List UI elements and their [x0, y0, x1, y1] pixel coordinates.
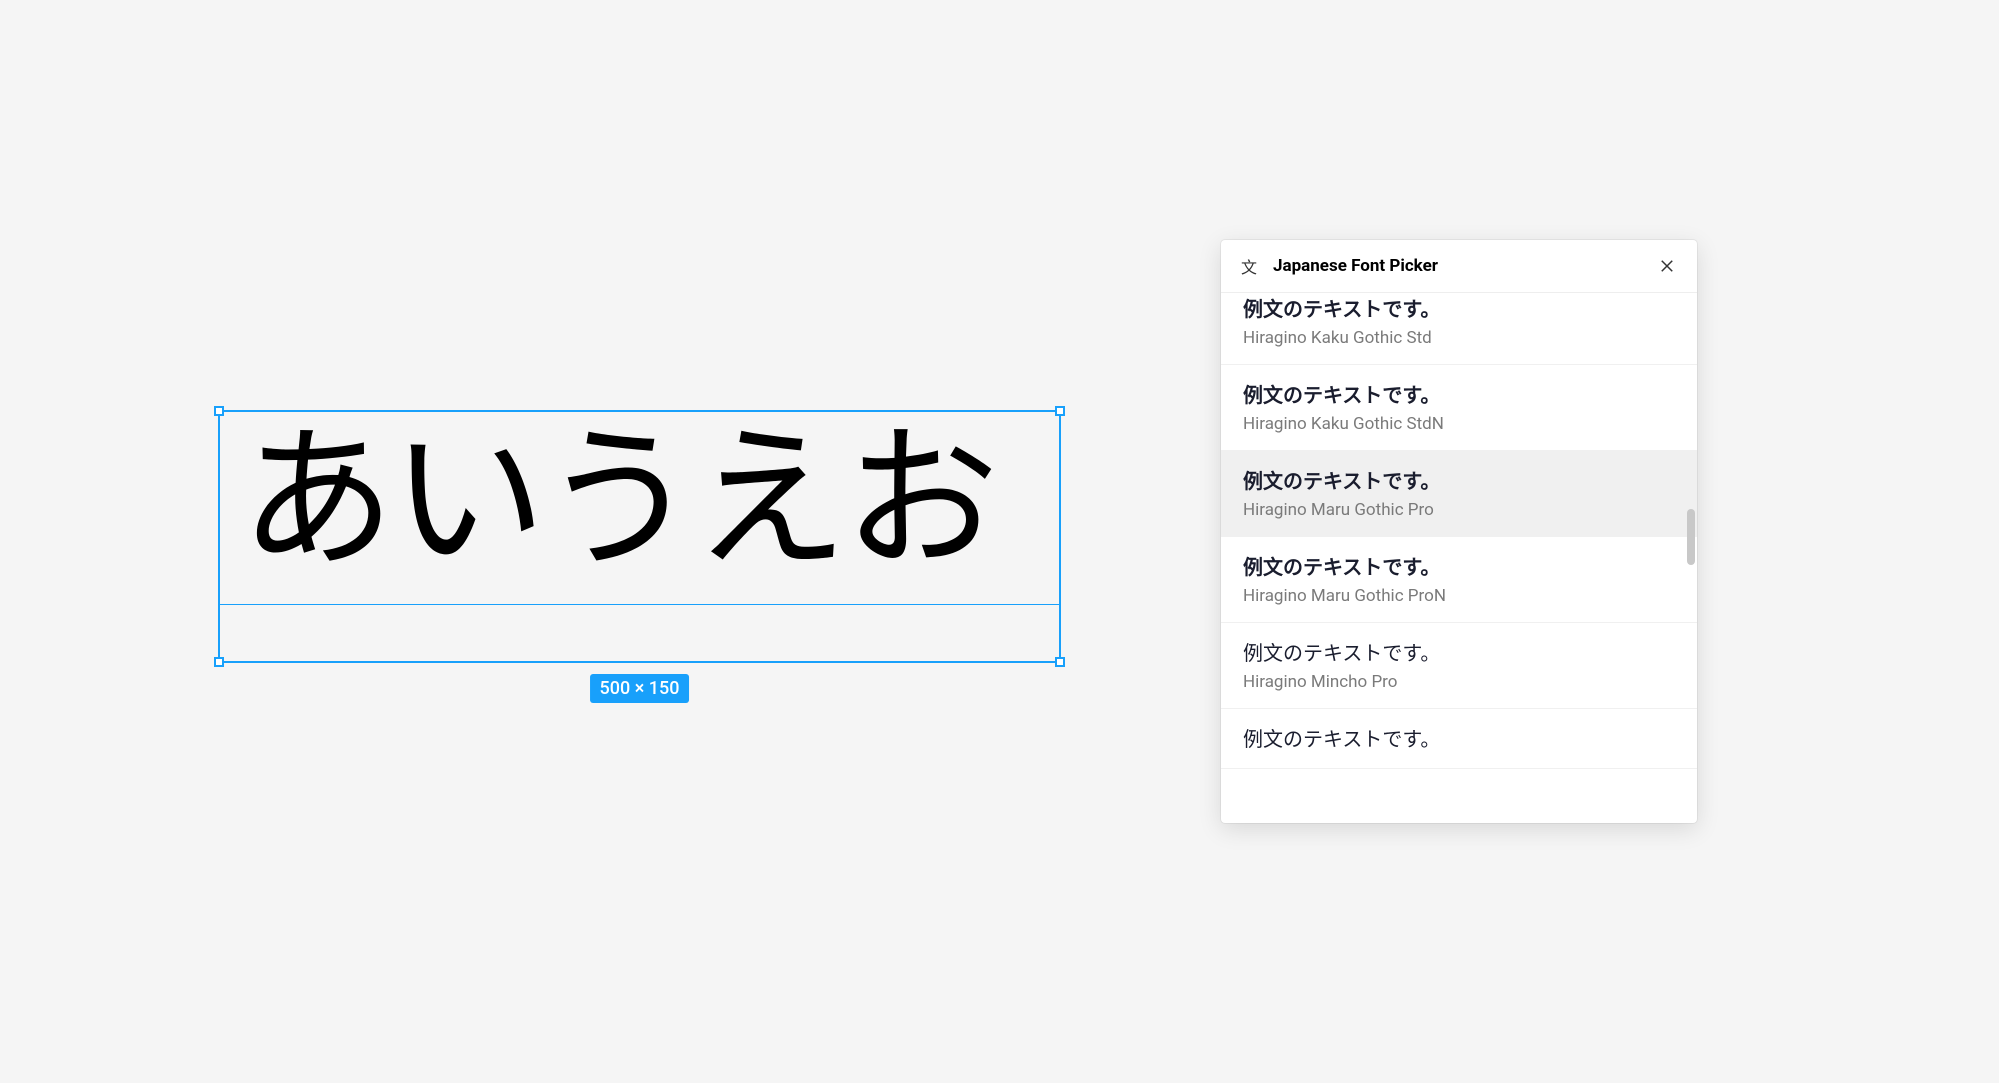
language-icon: 文 [1239, 256, 1259, 276]
panel-header: 文 Japanese Font Picker [1221, 240, 1697, 293]
text-baseline-guide [220, 604, 1059, 605]
font-sample-text: 例文のテキストです。 [1243, 637, 1675, 666]
close-button[interactable] [1655, 254, 1679, 278]
font-sample-text: 例文のテキストです。 [1243, 465, 1675, 494]
selection-frame[interactable]: あいうえお [218, 410, 1061, 663]
font-item[interactable]: 例文のテキストです。 Hiragino Kaku Gothic StdN [1221, 365, 1697, 451]
font-name-label: Hiragino Kaku Gothic Std [1243, 328, 1675, 348]
font-name-label: Hiragino Maru Gothic ProN [1243, 586, 1675, 606]
panel-title: Japanese Font Picker [1273, 256, 1641, 276]
font-name-label: Hiragino Mincho Pro [1243, 672, 1675, 692]
font-name-label: Hiragino Maru Gothic Pro [1243, 500, 1675, 520]
font-item[interactable]: 例文のテキストです。 [1221, 709, 1697, 769]
scrollbar-thumb[interactable] [1687, 509, 1695, 565]
font-list-inner: 例文のテキストです。 Hiragino Kaku Gothic Std 例文のテ… [1221, 293, 1697, 769]
resize-handle-top-right[interactable] [1055, 406, 1065, 416]
canvas-selection[interactable]: あいうえお 500 × 150 [218, 410, 1061, 663]
selection-size-badge: 500 × 150 [590, 674, 690, 703]
font-item-selected[interactable]: 例文のテキストです。 Hiragino Maru Gothic Pro [1221, 451, 1697, 537]
font-item[interactable]: 例文のテキストです。 Hiragino Kaku Gothic Std [1221, 293, 1697, 365]
font-name-label: Hiragino Kaku Gothic StdN [1243, 414, 1675, 434]
resize-handle-bottom-left[interactable] [214, 657, 224, 667]
resize-handle-top-left[interactable] [214, 406, 224, 416]
font-sample-text: 例文のテキストです。 [1243, 379, 1675, 408]
font-sample-text: 例文のテキストです。 [1243, 551, 1675, 580]
resize-handle-bottom-right[interactable] [1055, 657, 1065, 667]
font-sample-text: 例文のテキストです。 [1243, 293, 1675, 322]
font-picker-panel: 文 Japanese Font Picker 例文のテキストです。 Hiragi… [1221, 240, 1697, 823]
font-item[interactable]: 例文のテキストです。 Hiragino Maru Gothic ProN [1221, 537, 1697, 623]
canvas-text-content[interactable]: あいうえお [240, 422, 995, 577]
font-sample-text: 例文のテキストです。 [1243, 723, 1675, 752]
font-list[interactable]: 例文のテキストです。 Hiragino Kaku Gothic Std 例文のテ… [1221, 293, 1697, 823]
font-item[interactable]: 例文のテキストです。 Hiragino Mincho Pro [1221, 623, 1697, 709]
close-icon [1658, 257, 1676, 275]
